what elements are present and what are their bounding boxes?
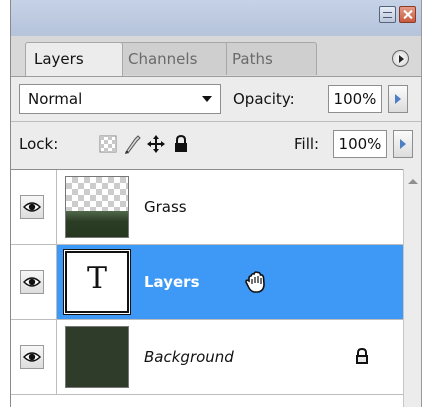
- layer-name[interactable]: Grass: [144, 170, 187, 244]
- lock-position-icon[interactable]: [146, 133, 166, 155]
- eye-icon: [23, 277, 41, 287]
- eye-icon: [23, 202, 41, 212]
- layer-thumbnail: T: [64, 250, 130, 314]
- fill-input[interactable]: 100%: [333, 130, 387, 158]
- hand-cursor-icon: [245, 271, 265, 293]
- visibility-cell: [11, 170, 57, 244]
- opacity-label: Opacity:: [233, 90, 295, 108]
- layer-thumbnail: [65, 176, 129, 238]
- visibility-toggle[interactable]: [20, 195, 44, 219]
- lock-transparent-pixels-icon[interactable]: [98, 133, 118, 155]
- panel-tabs: Layers Channels Paths: [11, 36, 421, 77]
- panel-menu-icon[interactable]: [392, 50, 409, 67]
- scroll-up-icon[interactable]: [408, 179, 418, 184]
- lock-label: Lock:: [19, 135, 59, 153]
- opacity-slider-button[interactable]: [388, 85, 408, 113]
- tab-label: Channels: [128, 50, 198, 68]
- tab-label: Layers: [34, 50, 84, 68]
- divider: [11, 121, 421, 122]
- minimize-button[interactable]: [379, 6, 396, 23]
- visibility-toggle[interactable]: [20, 345, 44, 369]
- visibility-cell: [11, 320, 57, 394]
- panel-title-bar[interactable]: [11, 0, 421, 37]
- text-layer-icon: T: [86, 261, 107, 296]
- visibility-cell: [11, 245, 57, 319]
- chevron-down-icon: [202, 96, 212, 102]
- fill-slider-button[interactable]: [393, 130, 413, 158]
- lock-icon: [356, 347, 368, 364]
- visibility-toggle[interactable]: [20, 270, 44, 294]
- layer-name[interactable]: Layers: [144, 245, 200, 319]
- opacity-input[interactable]: 100%: [328, 85, 382, 113]
- blend-mode-select[interactable]: Normal: [19, 84, 221, 114]
- layer-thumbnail: [65, 326, 129, 388]
- tab-paths[interactable]: Paths: [223, 42, 317, 75]
- tab-layers[interactable]: Layers: [25, 42, 123, 76]
- layers-scrollbar[interactable]: [403, 169, 421, 407]
- close-button[interactable]: [399, 6, 416, 23]
- layer-row-layers[interactable]: T Layers: [11, 245, 403, 320]
- layers-panel: Layers Channels Paths Normal Opacity: 10…: [10, 0, 422, 408]
- layer-row-grass[interactable]: Grass: [11, 170, 403, 245]
- layer-name[interactable]: Background: [144, 320, 234, 394]
- tab-channels[interactable]: Channels: [119, 42, 227, 75]
- tab-label: Paths: [232, 50, 273, 68]
- fill-label: Fill:: [294, 135, 320, 153]
- layer-row-background[interactable]: Background: [11, 320, 403, 395]
- eye-icon: [23, 352, 41, 362]
- layers-list: Grass T Layers Background: [11, 169, 403, 408]
- lock-all-icon[interactable]: [171, 133, 191, 155]
- blend-mode-value: Normal: [28, 90, 83, 108]
- lock-image-pixels-icon[interactable]: [123, 133, 143, 155]
